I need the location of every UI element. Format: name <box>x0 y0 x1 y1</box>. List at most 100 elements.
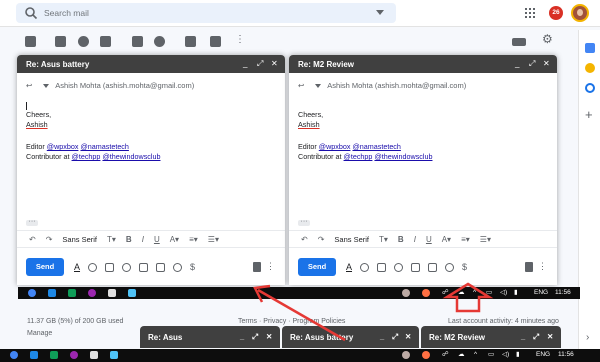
manage-link[interactable]: Manage <box>27 330 52 337</box>
volume-icon[interactable]: ◁) <box>502 350 509 360</box>
more-send-options-icon[interactable]: ⋮ <box>538 261 547 272</box>
apps-grid-icon[interactable] <box>525 8 535 18</box>
dollar-icon[interactable]: $ <box>462 262 467 272</box>
photos-icon[interactable] <box>110 351 118 359</box>
calendar-icon[interactable] <box>585 43 595 53</box>
show-trimmed-content-button[interactable]: ··· <box>26 218 38 226</box>
confidential-icon[interactable] <box>445 262 455 272</box>
expand-icon[interactable]: ⤢ <box>257 59 263 69</box>
show-trimmed-content-button[interactable]: ··· <box>298 218 310 226</box>
minimized-compose-asus-battery[interactable]: Re: Asus battery _ ⤢ ✕ <box>282 326 419 348</box>
font-size-icon[interactable]: T▾ <box>379 235 388 244</box>
dollar-icon[interactable]: $ <box>190 262 195 272</box>
compose-header[interactable]: Re: Asus battery _ ⤢ ✕ <box>17 55 285 73</box>
emoji-icon[interactable] <box>394 262 404 272</box>
close-icon[interactable]: ✕ <box>405 332 411 342</box>
from-line[interactable]: ↩ Ashish Mohta (ashish.mohta@gmail.com) <box>26 81 194 90</box>
tray-app-icon[interactable] <box>422 289 430 297</box>
minimize-icon[interactable]: _ <box>515 59 519 69</box>
send-button[interactable]: Send <box>298 258 336 276</box>
link-thewindowsclub[interactable]: @thewindowsclub <box>374 152 432 161</box>
archive-icon[interactable] <box>55 36 66 47</box>
battery-icon[interactable]: ▮ <box>514 288 518 298</box>
close-icon[interactable]: ✕ <box>271 59 278 69</box>
network-icon[interactable]: ▭ <box>486 288 492 298</box>
from-line[interactable]: ↩ Ashish Mohta (ashish.mohta@gmail.com) <box>298 81 466 90</box>
emoji-icon[interactable] <box>122 262 132 272</box>
italic-icon[interactable]: I <box>142 235 144 244</box>
people-icon[interactable]: ☍ <box>442 350 449 360</box>
font-select[interactable]: Sans Serif <box>334 235 369 244</box>
redo-icon[interactable]: ↷ <box>318 235 325 244</box>
minimized-compose-asus[interactable]: Re: Asus _ ⤢ ✕ <box>140 326 280 348</box>
tray-avatar-icon[interactable] <box>402 351 410 359</box>
undo-icon[interactable]: ↶ <box>301 235 308 244</box>
link-thewindowsclub[interactable]: @thewindowsclub <box>102 152 160 161</box>
reply-dropdown-icon[interactable] <box>315 84 322 89</box>
numbered-list-icon[interactable]: ☰▾ <box>208 235 219 244</box>
language-indicator[interactable]: ENG <box>534 288 548 298</box>
account-avatar[interactable] <box>571 4 589 22</box>
reply-icon[interactable]: ↩ <box>298 81 304 90</box>
redo-icon[interactable]: ↷ <box>46 235 53 244</box>
cloud-icon[interactable]: ☁ <box>458 288 465 298</box>
undo-icon[interactable]: ↶ <box>29 235 36 244</box>
app-icon[interactable] <box>68 289 76 297</box>
text-color-icon[interactable]: A▾ <box>170 235 179 244</box>
reply-dropdown-icon[interactable] <box>43 84 50 89</box>
align-icon[interactable]: ≡▾ <box>189 235 198 244</box>
close-icon[interactable]: ✕ <box>266 332 272 342</box>
align-icon[interactable]: ≡▾ <box>461 235 470 244</box>
telegram-icon[interactable] <box>30 351 38 359</box>
snooze-icon[interactable] <box>154 36 165 47</box>
restore-icon[interactable]: _ <box>380 332 384 342</box>
drive-icon[interactable] <box>139 262 149 272</box>
underline-icon[interactable]: U <box>154 235 160 244</box>
expand-icon[interactable]: ⤢ <box>533 332 539 342</box>
show-hidden-icons-icon[interactable]: ^ <box>474 350 477 360</box>
show-hidden-icons-icon[interactable]: ^ <box>473 288 476 298</box>
insert-photo-icon[interactable] <box>428 262 438 272</box>
expand-icon[interactable]: ⤢ <box>392 332 398 342</box>
terms-links[interactable]: Terms · Privacy · Program Policies <box>238 318 345 325</box>
notification-badge[interactable]: 26 <box>549 6 563 20</box>
chrome-icon[interactable] <box>10 351 18 359</box>
attach-icon[interactable] <box>360 262 370 272</box>
numbered-list-icon[interactable]: ☰▾ <box>480 235 491 244</box>
cloud-icon[interactable]: ☁ <box>458 350 465 360</box>
minimized-compose-m2[interactable]: Re: M2 Review _ ⤢ ✕ <box>421 326 561 348</box>
people-icon[interactable]: ☍ <box>442 288 449 298</box>
delete-icon[interactable] <box>100 36 111 47</box>
language-indicator[interactable]: ENG <box>536 350 550 360</box>
insert-link-icon[interactable] <box>377 262 387 272</box>
app-icon[interactable] <box>88 289 96 297</box>
battery-icon[interactable]: ▮ <box>516 350 520 360</box>
link-techpp[interactable]: @techpp <box>344 152 373 161</box>
more-options-icon[interactable]: ⋮ <box>235 34 245 45</box>
report-spam-icon[interactable] <box>78 36 89 47</box>
label-icon[interactable] <box>210 36 221 47</box>
drive-icon[interactable] <box>411 262 421 272</box>
underline-icon[interactable]: U <box>426 235 432 244</box>
restore-icon[interactable]: _ <box>240 332 244 342</box>
link-wpxbox[interactable]: @wpxbox <box>319 142 351 151</box>
expand-panel-icon[interactable]: › <box>586 332 589 343</box>
insert-photo-icon[interactable] <box>156 262 166 272</box>
attach-icon[interactable] <box>88 262 98 272</box>
clock[interactable]: 11:56 <box>558 350 574 360</box>
search-input[interactable]: Search mail <box>44 8 89 18</box>
chrome-icon[interactable] <box>28 289 36 297</box>
volume-icon[interactable]: ◁) <box>500 288 507 298</box>
insert-link-icon[interactable] <box>105 262 115 272</box>
clock[interactable]: 11:56 <box>555 288 571 298</box>
move-to-icon[interactable] <box>185 36 196 47</box>
search-options-icon[interactable] <box>376 10 384 15</box>
discard-draft-icon[interactable] <box>525 262 533 272</box>
confidential-icon[interactable] <box>173 262 183 272</box>
search-box[interactable]: Search mail <box>16 3 396 23</box>
app-icon[interactable] <box>90 351 98 359</box>
compose-body[interactable]: Cheers, Ashish Editor @wpxbox @namastete… <box>298 110 432 162</box>
bold-icon[interactable]: B <box>126 235 132 244</box>
formatting-options-icon[interactable]: A <box>346 262 352 272</box>
reply-icon[interactable]: ↩ <box>26 81 32 90</box>
